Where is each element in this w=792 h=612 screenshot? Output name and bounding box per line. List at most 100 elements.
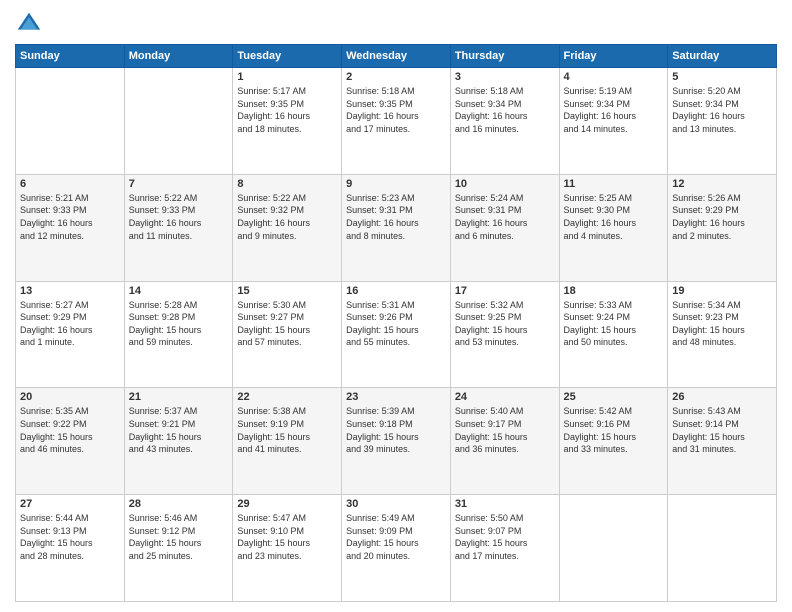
- calendar-cell: 22Sunrise: 5:38 AM Sunset: 9:19 PM Dayli…: [233, 388, 342, 495]
- day-number: 14: [129, 285, 229, 297]
- cell-text: Sunrise: 5:40 AM Sunset: 9:17 PM Dayligh…: [455, 405, 555, 455]
- calendar-week-3: 20 Sunrise: 5:35 AM Sunset: 9:22 PM Dayli…: [16, 388, 777, 495]
- cell-text: Sunrise: 5:50 AM Sunset: 9:07 PM Dayligh…: [455, 512, 555, 562]
- calendar-table: SundayMondayTuesdayWednesdayThursdayFrid…: [15, 44, 777, 602]
- calendar-cell: [124, 68, 233, 175]
- day-number: 13: [20, 285, 120, 297]
- cell-text: Sunrise: 5:28 AM Sunset: 9:28 PM Dayligh…: [129, 299, 229, 349]
- cell-text: Sunrise: 5:49 AM Sunset: 9:09 PM Dayligh…: [346, 512, 446, 562]
- day-number: 18: [564, 285, 664, 297]
- cell-text: Sunrise: 5:32 AM Sunset: 9:25 PM Dayligh…: [455, 299, 555, 349]
- day-number: 19: [672, 285, 772, 297]
- calendar-cell: 11 Sunrise: 5:25 AM Sunset: 9:30 PM Dayli…: [559, 174, 668, 281]
- header: [15, 10, 777, 38]
- weekday-header-row: SundayMondayTuesdayWednesdayThursdayFrid…: [16, 45, 777, 68]
- day-number: 27: [20, 498, 120, 510]
- calendar-cell: 29 Sunrise: 5:47 AM Sunset: 9:10 PM Dayli…: [233, 495, 342, 602]
- day-number: 12: [672, 178, 772, 190]
- cell-text: Sunrise: 5:26 AM Sunset: 9:29 PM Dayligh…: [672, 192, 772, 242]
- cell-text: Sunrise: 5:21 AM Sunset: 9:33 PM Dayligh…: [20, 192, 120, 242]
- cell-text: Sunrise: 5:23 AM Sunset: 9:31 PM Dayligh…: [346, 192, 446, 242]
- calendar-cell: 13 Sunrise: 5:27 AM Sunset: 9:29 PM Dayli…: [16, 281, 125, 388]
- calendar-cell: 9 Sunrise: 5:23 AM Sunset: 9:31 PM Daylig…: [342, 174, 451, 281]
- day-number: 7: [129, 178, 229, 190]
- logo: [15, 10, 47, 38]
- cell-text: Sunrise: 5:44 AM Sunset: 9:13 PM Dayligh…: [20, 512, 120, 562]
- day-number: 5: [672, 71, 772, 83]
- weekday-header-friday: Friday: [559, 45, 668, 68]
- calendar-cell: 12 Sunrise: 5:26 AM Sunset: 9:29 PM Dayli…: [668, 174, 777, 281]
- cell-text: Sunrise: 5:17 AM Sunset: 9:35 PM Dayligh…: [237, 85, 337, 135]
- weekday-header-thursday: Thursday: [450, 45, 559, 68]
- weekday-header-saturday: Saturday: [668, 45, 777, 68]
- day-number: 24: [455, 391, 555, 403]
- day-number: 4: [564, 71, 664, 83]
- calendar-cell: 15Sunrise: 5:30 AM Sunset: 9:27 PM Dayli…: [233, 281, 342, 388]
- day-number: 11: [564, 178, 664, 190]
- weekday-header-sunday: Sunday: [16, 45, 125, 68]
- cell-text: Sunrise: 5:47 AM Sunset: 9:10 PM Dayligh…: [237, 512, 337, 562]
- cell-text: Sunrise: 5:19 AM Sunset: 9:34 PM Dayligh…: [564, 85, 664, 135]
- calendar-cell: 23 Sunrise: 5:39 AM Sunset: 9:18 PM Dayli…: [342, 388, 451, 495]
- calendar-cell: 20 Sunrise: 5:35 AM Sunset: 9:22 PM Dayli…: [16, 388, 125, 495]
- cell-text: Sunrise: 5:34 AM Sunset: 9:23 PM Dayligh…: [672, 299, 772, 349]
- calendar-cell: 28 Sunrise: 5:46 AM Sunset: 9:12 PM Dayli…: [124, 495, 233, 602]
- day-number: 9: [346, 178, 446, 190]
- calendar-cell: 5Sunrise: 5:20 AM Sunset: 9:34 PM Daylig…: [668, 68, 777, 175]
- calendar-cell: 1Sunrise: 5:17 AM Sunset: 9:35 PM Daylig…: [233, 68, 342, 175]
- day-number: 28: [129, 498, 229, 510]
- day-number: 20: [20, 391, 120, 403]
- calendar-cell: 18Sunrise: 5:33 AM Sunset: 9:24 PM Dayli…: [559, 281, 668, 388]
- calendar-cell: [16, 68, 125, 175]
- cell-text: Sunrise: 5:35 AM Sunset: 9:22 PM Dayligh…: [20, 405, 120, 455]
- calendar-cell: 17 Sunrise: 5:32 AM Sunset: 9:25 PM Dayli…: [450, 281, 559, 388]
- calendar-cell: 25Sunrise: 5:42 AM Sunset: 9:16 PM Dayli…: [559, 388, 668, 495]
- calendar-cell: 24 Sunrise: 5:40 AM Sunset: 9:17 PM Dayli…: [450, 388, 559, 495]
- cell-text: Sunrise: 5:18 AM Sunset: 9:35 PM Dayligh…: [346, 85, 446, 135]
- calendar-cell: 2Sunrise: 5:18 AM Sunset: 9:35 PM Daylig…: [342, 68, 451, 175]
- calendar-cell: 26Sunrise: 5:43 AM Sunset: 9:14 PM Dayli…: [668, 388, 777, 495]
- day-number: 30: [346, 498, 446, 510]
- cell-text: Sunrise: 5:30 AM Sunset: 9:27 PM Dayligh…: [237, 299, 337, 349]
- calendar-week-4: 27 Sunrise: 5:44 AM Sunset: 9:13 PM Dayli…: [16, 495, 777, 602]
- calendar-week-0: 1Sunrise: 5:17 AM Sunset: 9:35 PM Daylig…: [16, 68, 777, 175]
- logo-icon: [15, 10, 43, 38]
- cell-text: Sunrise: 5:37 AM Sunset: 9:21 PM Dayligh…: [129, 405, 229, 455]
- cell-text: Sunrise: 5:31 AM Sunset: 9:26 PM Dayligh…: [346, 299, 446, 349]
- day-number: 23: [346, 391, 446, 403]
- cell-text: Sunrise: 5:24 AM Sunset: 9:31 PM Dayligh…: [455, 192, 555, 242]
- calendar-cell: 27 Sunrise: 5:44 AM Sunset: 9:13 PM Dayli…: [16, 495, 125, 602]
- day-number: 22: [237, 391, 337, 403]
- weekday-header-monday: Monday: [124, 45, 233, 68]
- calendar-cell: 10 Sunrise: 5:24 AM Sunset: 9:31 PM Dayli…: [450, 174, 559, 281]
- cell-text: Sunrise: 5:25 AM Sunset: 9:30 PM Dayligh…: [564, 192, 664, 242]
- calendar-cell: 14 Sunrise: 5:28 AM Sunset: 9:28 PM Dayli…: [124, 281, 233, 388]
- day-number: 8: [237, 178, 337, 190]
- calendar-cell: 4 Sunrise: 5:19 AM Sunset: 9:34 PM Daylig…: [559, 68, 668, 175]
- calendar-cell: 6 Sunrise: 5:21 AM Sunset: 9:33 PM Daylig…: [16, 174, 125, 281]
- cell-text: Sunrise: 5:42 AM Sunset: 9:16 PM Dayligh…: [564, 405, 664, 455]
- day-number: 10: [455, 178, 555, 190]
- cell-text: Sunrise: 5:43 AM Sunset: 9:14 PM Dayligh…: [672, 405, 772, 455]
- calendar-cell: 19 Sunrise: 5:34 AM Sunset: 9:23 PM Dayli…: [668, 281, 777, 388]
- cell-text: Sunrise: 5:22 AM Sunset: 9:32 PM Dayligh…: [237, 192, 337, 242]
- day-number: 3: [455, 71, 555, 83]
- cell-text: Sunrise: 5:27 AM Sunset: 9:29 PM Dayligh…: [20, 299, 120, 349]
- calendar-week-1: 6 Sunrise: 5:21 AM Sunset: 9:33 PM Daylig…: [16, 174, 777, 281]
- calendar-cell: [559, 495, 668, 602]
- calendar-cell: 21 Sunrise: 5:37 AM Sunset: 9:21 PM Dayli…: [124, 388, 233, 495]
- cell-text: Sunrise: 5:39 AM Sunset: 9:18 PM Dayligh…: [346, 405, 446, 455]
- weekday-header-tuesday: Tuesday: [233, 45, 342, 68]
- cell-text: Sunrise: 5:22 AM Sunset: 9:33 PM Dayligh…: [129, 192, 229, 242]
- calendar-cell: 7 Sunrise: 5:22 AM Sunset: 9:33 PM Daylig…: [124, 174, 233, 281]
- cell-text: Sunrise: 5:46 AM Sunset: 9:12 PM Dayligh…: [129, 512, 229, 562]
- calendar-cell: 30 Sunrise: 5:49 AM Sunset: 9:09 PM Dayli…: [342, 495, 451, 602]
- day-number: 16: [346, 285, 446, 297]
- calendar-cell: 8 Sunrise: 5:22 AM Sunset: 9:32 PM Daylig…: [233, 174, 342, 281]
- day-number: 29: [237, 498, 337, 510]
- day-number: 6: [20, 178, 120, 190]
- calendar-cell: 31Sunrise: 5:50 AM Sunset: 9:07 PM Dayli…: [450, 495, 559, 602]
- weekday-header-wednesday: Wednesday: [342, 45, 451, 68]
- day-number: 17: [455, 285, 555, 297]
- day-number: 21: [129, 391, 229, 403]
